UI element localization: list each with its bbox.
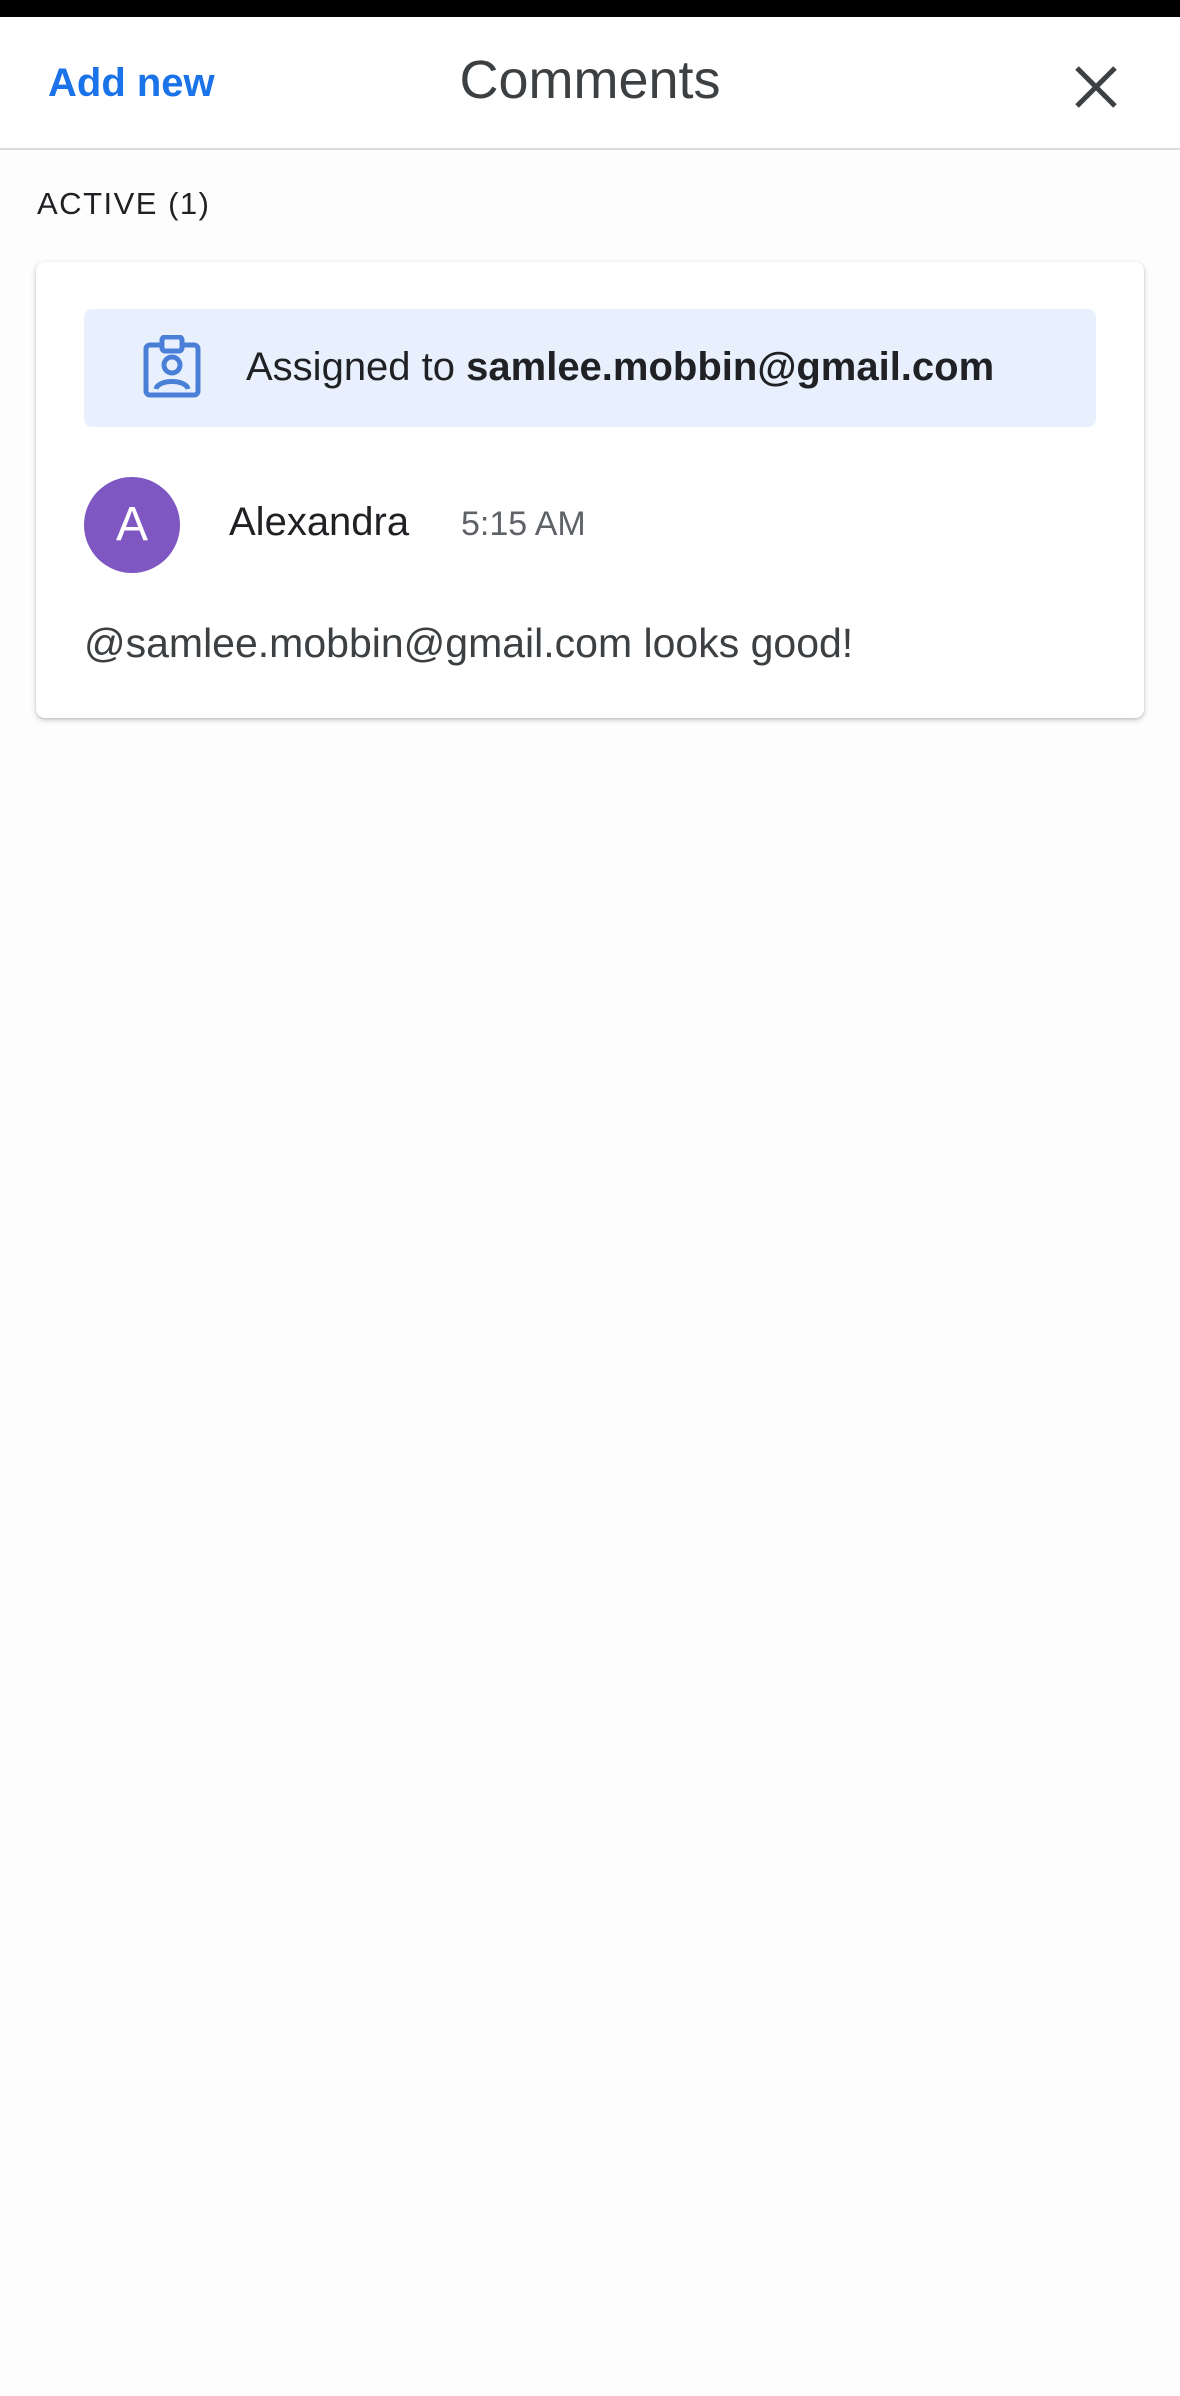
comments-header: Add new Comments <box>0 17 1180 150</box>
add-new-button[interactable]: Add new <box>48 63 215 103</box>
comment-timestamp: 5:15 AM <box>461 505 586 543</box>
assignment-ind-icon <box>142 335 202 399</box>
assignment-prefix: Assigned to <box>246 345 467 389</box>
comment-author: Alexandra <box>229 500 410 544</box>
close-icon <box>1075 66 1117 108</box>
section-label-active: ACTIVE (1) <box>37 186 211 221</box>
status-bar <box>0 0 1180 17</box>
assignee-email: samlee.mobbin@gmail.com <box>466 345 995 389</box>
avatar: A <box>84 477 180 573</box>
comment-body: @samlee.mobbin@gmail.com looks good! <box>84 620 854 666</box>
assignment-banner: Assigned to samlee.mobbin@gmail.com <box>84 309 1096 427</box>
assignment-text: Assigned to samlee.mobbin@gmail.com <box>246 347 994 387</box>
comment-card[interactable]: Assigned to samlee.mobbin@gmail.com A Al… <box>36 262 1144 718</box>
close-button[interactable] <box>1066 57 1126 117</box>
